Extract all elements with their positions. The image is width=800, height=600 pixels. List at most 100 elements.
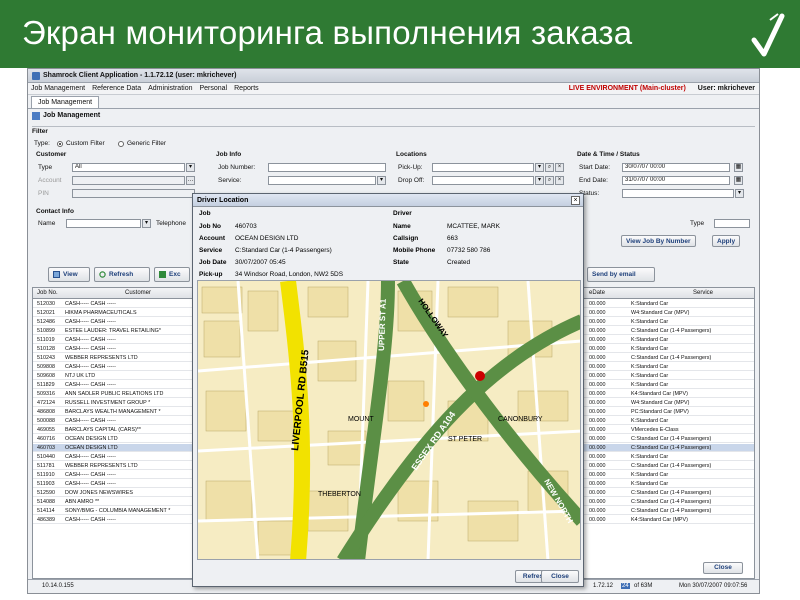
table-cell-service: K:Standard Car <box>631 319 669 325</box>
menu-reference-data[interactable]: Reference Data <box>92 85 141 92</box>
table-cell-date: 00.000 <box>589 454 606 460</box>
chevron-down-icon[interactable]: ▾ <box>142 219 151 228</box>
custom-filter-radio[interactable] <box>57 141 63 147</box>
table-cell-date: 00.000 <box>589 418 606 424</box>
account-lookup-button[interactable]: … <box>186 176 195 185</box>
start-date-input[interactable]: 30/07/07 00:00 <box>622 163 730 172</box>
export-button[interactable]: Exc <box>154 267 190 282</box>
street-map[interactable]: LIVERPOOL RD B515 ESSEX RD A104 UPPER ST… <box>198 281 581 560</box>
customer-type-select[interactable]: All <box>72 163 185 172</box>
job-no-label: Job No <box>199 223 222 230</box>
pickup-input[interactable] <box>432 163 534 172</box>
account-input[interactable] <box>72 176 185 185</box>
dropoff-dropdown-button[interactable]: ▾ <box>535 176 544 185</box>
close-button[interactable]: Close <box>703 562 743 574</box>
job-management-icon <box>32 111 40 120</box>
pickup-value: 34 Windsor Road, London, NW2 5DS <box>235 271 344 278</box>
calendar-icon[interactable]: ▦ <box>734 163 743 172</box>
start-date-label: Start Date: <box>579 164 611 171</box>
contact-type-label: Type <box>690 220 705 227</box>
status-datetime: Mon 30/07/2007 09:07:56 <box>679 583 748 589</box>
account-label: Account <box>38 177 62 184</box>
view-button-label: View <box>63 271 78 278</box>
table-cell-date: 00.000 <box>589 310 606 316</box>
driver-name-label: Name <box>393 223 411 230</box>
table-cell-date: 00.000 <box>589 436 606 442</box>
driver-location-dialog: Driver Location × Job Driver Job No 4607… <box>192 193 584 587</box>
job-date-label: Job Date <box>199 259 227 266</box>
table-cell-service: K:Standard Car <box>631 418 669 424</box>
job-no-value: 460703 <box>235 223 257 230</box>
refresh-button[interactable]: Refresh <box>94 267 150 282</box>
slide-header: Экран мониторинга выполнения заказа <box>0 0 800 68</box>
tab-job-management[interactable]: Job Management <box>31 96 100 108</box>
table-cell-service: K4:Standard Car (MPV) <box>631 391 688 397</box>
pickup-label: Pick-Up: <box>398 164 423 171</box>
pin-input[interactable] <box>72 189 195 198</box>
job-section-label: Job <box>199 210 211 217</box>
generic-filter-radio[interactable] <box>118 141 124 147</box>
table-cell-date: 00.000 <box>589 301 606 307</box>
pickup-dropdown-button[interactable]: ▾ <box>535 163 544 172</box>
service-label: Service <box>199 247 223 254</box>
dialog-close-button[interactable]: Close <box>541 570 579 583</box>
table-cell-date: 00.000 <box>589 319 606 325</box>
column-header-service[interactable]: Service <box>693 290 713 296</box>
dropoff-search-icon[interactable]: ⌕ <box>545 176 554 185</box>
map-label-theberton: THEBERTON <box>318 491 361 498</box>
menu-reports[interactable]: Reports <box>234 85 259 92</box>
state-label: State <box>393 259 409 266</box>
pickup-clear-icon[interactable]: × <box>555 163 564 172</box>
view-job-by-number-button[interactable]: View Job By Number <box>621 235 696 247</box>
service-select[interactable] <box>268 176 376 185</box>
excel-icon <box>159 271 166 278</box>
map-label-mount: MOUNT <box>348 416 374 423</box>
service-value: C:Standard Car (1-4 Passengers) <box>235 247 332 254</box>
view-icon <box>53 271 60 278</box>
contact-type-input[interactable] <box>714 219 750 228</box>
dropoff-clear-icon[interactable]: × <box>555 176 564 185</box>
end-date-label: End Date: <box>579 177 608 184</box>
table-cell-service: C:Standard Car (1-4 Passengers) <box>631 355 712 361</box>
table-cell-date: 00.000 <box>589 508 606 514</box>
driver-name-value: MCATTEE, MARK <box>447 223 500 230</box>
table-cell-service: W4:Standard Car (MPV) <box>631 400 690 406</box>
customer-type-label: Type <box>38 164 53 171</box>
type-label: Type: <box>34 140 50 147</box>
table-cell-date: 00.000 <box>589 337 606 343</box>
table-cell-date: 00.000 <box>589 382 606 388</box>
generic-filter-label: Generic Filter <box>127 140 167 147</box>
menu-administration[interactable]: Administration <box>148 85 192 92</box>
map-view[interactable]: LIVERPOOL RD B515 ESSEX RD A104 UPPER ST… <box>197 280 581 560</box>
menu-job-management[interactable]: Job Management <box>31 85 85 92</box>
column-header-job-no[interactable]: Job No. <box>37 290 58 296</box>
chevron-down-icon[interactable]: ▾ <box>735 189 744 198</box>
column-header-customer[interactable]: Customer <box>125 290 151 296</box>
table-cell-date: 00.000 <box>589 355 606 361</box>
table-cell-date: 00.000 <box>589 445 606 451</box>
send-by-email-button[interactable]: Send by email <box>587 267 655 282</box>
table-cell-date: 00.000 <box>589 427 606 433</box>
menubar: Job Management Reference Data Administra… <box>28 83 759 95</box>
contact-name-select[interactable] <box>66 219 141 228</box>
view-button[interactable]: View <box>48 267 90 282</box>
dropoff-input[interactable] <box>432 176 534 185</box>
table-cell-date: 00.000 <box>589 373 606 379</box>
apply-button[interactable]: Apply <box>712 235 741 247</box>
close-icon[interactable]: × <box>571 196 580 205</box>
end-date-input[interactable]: 31/07/07 00:00 <box>622 176 730 185</box>
table-cell-service: K:Standard Car <box>631 472 669 478</box>
calendar-icon[interactable]: ▦ <box>734 176 743 185</box>
service-dropdown-button[interactable]: ▾ <box>377 176 386 185</box>
chevron-down-icon[interactable]: ▾ <box>186 163 195 172</box>
refresh-button-label: Refresh <box>109 271 134 278</box>
status-select[interactable] <box>622 189 734 198</box>
datetime-section: Date & Time / Status <box>577 151 640 158</box>
menu-personal[interactable]: Personal <box>199 85 227 92</box>
window-title: Shamrock Client Application - 1.1.72.12 … <box>43 72 237 79</box>
account-label: Account <box>199 235 225 242</box>
table-cell-service: K:Standard Car <box>631 301 669 307</box>
job-number-input[interactable] <box>268 163 386 172</box>
column-header-date[interactable]: eDate <box>589 290 605 296</box>
pickup-search-icon[interactable]: ⌕ <box>545 163 554 172</box>
